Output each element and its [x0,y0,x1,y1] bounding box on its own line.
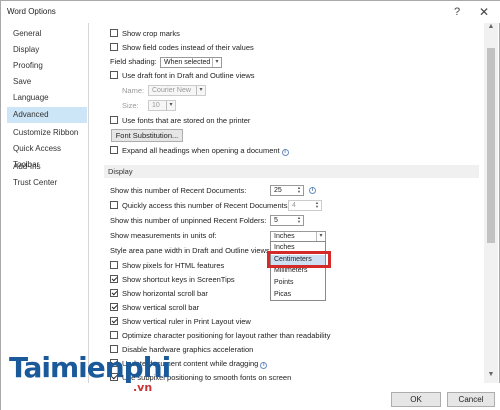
draft-font-size-select[interactable]: 10 ▾ [148,100,176,111]
show-crop-marks-option[interactable]: Show crop marks [110,28,180,40]
quick-access-checkbox[interactable] [110,201,118,209]
scroll-up-icon[interactable]: ▲ [484,23,498,35]
measurement-units-dropdown: Inches Centimeters Millimeters Points Pi… [270,241,326,301]
word-options-dialog: Word Options ? ✕ General Display Proofin… [0,0,500,410]
ok-button[interactable]: OK [391,392,441,407]
sidebar-item-save[interactable]: Save [7,74,87,90]
show-vertical-ruler-checkbox[interactable] [110,317,118,325]
show-vertical-scroll-option[interactable]: Show vertical scroll bar [110,302,199,314]
quick-access-option[interactable]: Quickly access this number of Recent Doc… [110,200,290,212]
sidebar: General Display Proofing Save Language A… [1,23,89,383]
dropdown-option-points[interactable]: Points [274,278,293,288]
show-vertical-scroll-checkbox[interactable] [110,303,118,311]
dropdown-option-picas[interactable]: Picas [274,290,291,300]
help-button[interactable]: ? [445,3,469,21]
vertical-scrollbar[interactable]: ▲ ▼ [484,23,498,383]
sidebar-item-display[interactable]: Display [7,42,87,58]
style-area-width-label: Style area pane width in Draft and Outli… [110,246,272,255]
close-button[interactable]: ✕ [471,3,497,21]
info-icon: i [281,149,289,156]
show-crop-marks-checkbox[interactable] [110,29,118,37]
show-horizontal-scroll-option[interactable]: Show horizontal scroll bar [110,288,208,300]
window-title: Word Options [7,7,56,16]
show-horizontal-scroll-checkbox[interactable] [110,289,118,297]
size-label: Size: [122,101,139,110]
cancel-button[interactable]: Cancel [447,392,495,407]
advanced-options-panel: Show crop marks Show field codes instead… [96,23,482,383]
expand-headings-checkbox[interactable] [110,146,118,154]
show-shortcut-keys-option[interactable]: Show shortcut keys in ScreenTips [110,274,235,286]
recent-folders-label: Show this number of unpinned Recent Fold… [110,216,267,225]
draft-font-name-select[interactable]: Courier New ▾ [148,85,206,96]
optimize-char-positioning-option[interactable]: Optimize character positioning for layou… [110,330,330,342]
scroll-down-icon[interactable]: ▼ [484,371,498,383]
sidebar-item-advanced[interactable]: Advanced [7,107,87,123]
sidebar-item-proofing[interactable]: Proofing [7,58,87,74]
use-printer-fonts-option[interactable]: Use fonts that are stored on the printer [110,115,250,127]
field-shading-select[interactable]: When selected ▾ [160,57,222,68]
chevron-down-icon: ▾ [316,232,325,241]
name-label: Name: [122,86,145,95]
recent-documents-label: Show this number of Recent Documents: [110,186,247,195]
watermark-logo: Taimienphi [9,351,171,384]
info-icon: i [309,187,316,194]
use-draft-font-option[interactable]: Use draft font in Draft and Outline view… [110,70,255,82]
show-pixels-checkbox[interactable] [110,261,118,269]
info-icon: i [260,362,268,369]
spin-arrows-icon: ▲ ▼ [315,200,319,209]
font-substitution-button[interactable]: Font Substitution... [111,129,183,142]
expand-headings-option[interactable]: Expand all headings when opening a docum… [110,145,289,157]
show-pixels-option[interactable]: Show pixels for HTML features [110,260,224,272]
show-field-codes-option[interactable]: Show field codes instead of their values [110,42,254,54]
quick-access-input[interactable]: 4 ▲ ▼ [288,200,322,211]
chevron-down-icon: ▾ [212,58,221,67]
sidebar-item-customize-ribbon[interactable]: Customize Ribbon [7,125,87,141]
show-field-codes-checkbox[interactable] [110,43,118,51]
spin-arrows-icon: ▲ ▼ [297,215,301,224]
use-printer-fonts-checkbox[interactable] [110,116,118,124]
field-shading-label: Field shading: [110,57,157,66]
sidebar-item-quick-access-toolbar[interactable]: Quick Access Toolbar [7,141,87,169]
recent-documents-input[interactable]: 25 ▲ ▼ [270,185,304,196]
title-bar: Word Options ? ✕ [1,1,500,23]
watermark-domain: .vn [133,381,153,394]
sidebar-item-general[interactable]: General [7,26,87,42]
use-draft-font-checkbox[interactable] [110,71,118,79]
show-vertical-ruler-option[interactable]: Show vertical ruler in Print Layout view [110,316,251,328]
display-section-header: Display [104,165,479,178]
chevron-down-icon: ▾ [196,86,205,95]
highlight-box [267,251,331,268]
sidebar-item-trust-center[interactable]: Trust Center [7,175,87,191]
measurement-units-label: Show measurements in units of: [110,231,217,240]
spin-arrows-icon: ▲ ▼ [297,185,301,194]
optimize-char-positioning-checkbox[interactable] [110,331,118,339]
sidebar-item-add-ins[interactable]: Add-Ins [7,159,87,175]
recent-folders-input[interactable]: 5 ▲ ▼ [270,215,304,226]
scroll-thumb[interactable] [487,48,495,243]
dialog-footer: OK Cancel [1,383,500,410]
chevron-down-icon: ▾ [166,101,175,110]
show-shortcut-keys-checkbox[interactable] [110,275,118,283]
sidebar-item-language[interactable]: Language [7,90,87,106]
